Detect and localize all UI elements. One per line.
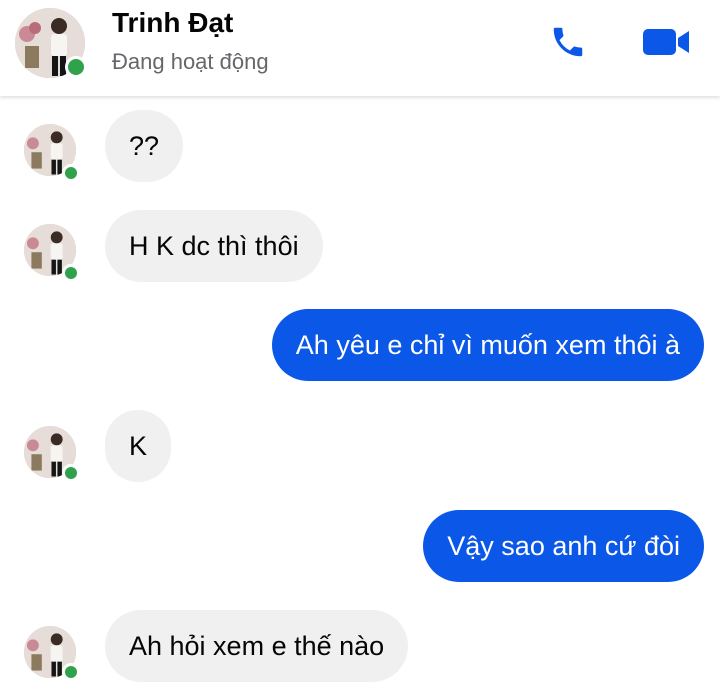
message-bubble-incoming[interactable]: H K dc thì thôi xyxy=(105,210,323,282)
online-status-dot xyxy=(65,56,87,78)
phone-icon xyxy=(553,27,583,57)
message-bubble-outgoing[interactable]: Vậy sao anh cứ đòi xyxy=(423,510,704,582)
message-bubble-incoming[interactable]: Ah hỏi xem e thế nào xyxy=(105,610,409,682)
video-call-button[interactable] xyxy=(638,22,694,62)
online-status-dot xyxy=(62,264,80,282)
online-status-dot xyxy=(62,663,80,681)
active-status: Đang hoạt động xyxy=(112,49,269,74)
message-bubble-outgoing[interactable]: Ah yêu e chỉ vì muốn xem thôi à xyxy=(271,309,704,381)
chat-header: Trinh Đạt Đang hoạt động xyxy=(0,0,720,96)
message-bubble-incoming[interactable]: K xyxy=(105,410,172,482)
online-status-dot xyxy=(62,464,80,482)
message-bubble-incoming[interactable]: ?? xyxy=(105,110,184,182)
video-camera-icon xyxy=(643,29,689,55)
voice-call-button[interactable] xyxy=(546,22,590,62)
contact-name[interactable]: Trinh Đạt xyxy=(112,7,233,39)
online-status-dot xyxy=(62,164,80,182)
